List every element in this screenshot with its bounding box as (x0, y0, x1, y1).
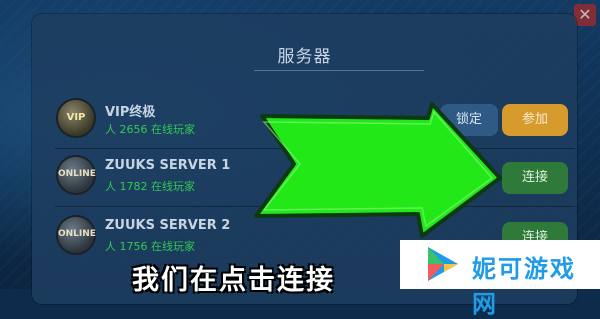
server-name: ZUUKS SERVER 2 (105, 218, 231, 233)
watermark: 妮可游戏网 (400, 240, 600, 318)
server-name: ZUUKS SERVER 1 (105, 158, 231, 173)
server-name: VIP终极 (105, 105, 156, 120)
server-players: 人 1756 在线玩家 (105, 240, 195, 253)
vip-badge-icon: VIP (58, 100, 94, 136)
dialog-title: 服务器 (277, 47, 332, 67)
vip-badge-label: VIP (66, 112, 86, 123)
online-badge-icon: ONLINE (58, 157, 96, 193)
server-players: 人 2656 在线玩家 (105, 123, 195, 136)
connect-button[interactable]: 连接 (502, 162, 568, 194)
server-players: 人 1782 在线玩家 (105, 180, 195, 193)
join-button[interactable]: 参加 (502, 104, 568, 136)
caption-text: 我们在点击连接 (132, 265, 335, 296)
online-badge-label: ONLINE (58, 229, 96, 239)
play-logo-icon (428, 247, 458, 281)
close-button[interactable]: ✕ (574, 4, 596, 26)
watermark-text: 妮可游戏网 (472, 255, 576, 318)
title-divider (254, 70, 424, 71)
online-badge-icon: ONLINE (58, 217, 96, 253)
green-arrow-icon (254, 102, 502, 238)
online-badge-label: ONLINE (58, 169, 96, 179)
